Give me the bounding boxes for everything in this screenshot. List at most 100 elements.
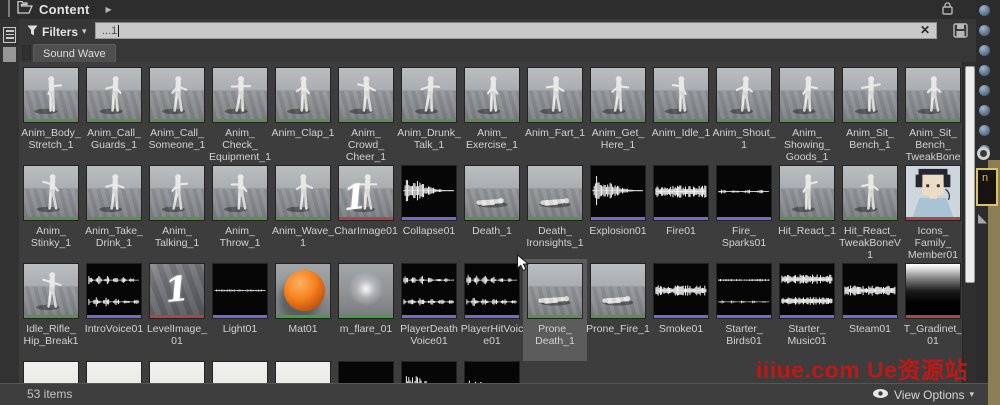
- asset-name: Light01: [208, 323, 272, 335]
- asset-tile[interactable]: [464, 361, 520, 383]
- asset-tile[interactable]: Anim_Sit_Bench_TweakBone: [905, 67, 961, 161]
- asset-tile[interactable]: Collapse01: [401, 165, 457, 259]
- asset-ball-icon: [979, 105, 990, 116]
- asset-thumbnail: [842, 263, 898, 319]
- breadcrumb[interactable]: Content ▶: [17, 0, 112, 19]
- asset-thumbnail: [338, 263, 394, 319]
- scrollbar-track[interactable]: [962, 62, 976, 383]
- asset-tile[interactable]: [212, 361, 268, 383]
- asset-tile[interactable]: Explosion01: [590, 165, 646, 259]
- search-value: ...1: [96, 25, 117, 37]
- highlighted-edit-box[interactable]: n: [976, 168, 998, 206]
- asset-tile[interactable]: [338, 361, 394, 383]
- filter-chip-label: Sound Wave: [43, 48, 106, 60]
- asset-tile[interactable]: Anim_Exercise_1: [464, 67, 520, 161]
- asset-tile[interactable]: Anim_Shout_1: [716, 67, 772, 161]
- asset-tile[interactable]: [401, 361, 457, 383]
- asset-tile[interactable]: Anim_Stinky_1: [23, 165, 79, 259]
- asset-name: Anim_Talking_1: [145, 225, 209, 249]
- asset-tile[interactable]: Light01: [212, 263, 268, 357]
- asset-tile[interactable]: Hit_React_TweakBoneV1: [842, 165, 898, 259]
- asset-thumbnail: [23, 263, 79, 319]
- asset-tile[interactable]: Anim_Take_Drink_1: [86, 165, 142, 259]
- asset-tile[interactable]: Anim_Showing_Goods_1: [779, 67, 835, 161]
- asset-tile[interactable]: Fire01: [653, 165, 709, 259]
- asset-thumbnail: [23, 67, 79, 123]
- collapsed-panel-handle[interactable]: [3, 47, 16, 62]
- asset-tile[interactable]: Icons_Family_Member01: [905, 165, 961, 259]
- asset-thumbnail: [401, 67, 457, 123]
- asset-ball-icon: [979, 5, 990, 16]
- asset-tile[interactable]: [23, 361, 79, 383]
- asset-tile[interactable]: 1CharImage01: [338, 165, 394, 259]
- asset-thumbnail: [86, 67, 142, 123]
- asset-thumbnail: [86, 263, 142, 319]
- asset-tile[interactable]: Anim_Talking_1: [149, 165, 205, 259]
- asset-thumbnail: 1: [149, 263, 205, 319]
- asset-name: Anim_Wave_1: [271, 225, 335, 249]
- asset-tile[interactable]: Death_Ironsights_1: [527, 165, 583, 259]
- asset-tile[interactable]: Anim_Call_Someone_1: [149, 67, 205, 161]
- asset-tile[interactable]: PlayerDeathVoice01: [401, 263, 457, 357]
- asset-tile[interactable]: Starter_Birds01: [716, 263, 772, 357]
- asset-name: T_Gradinet_01: [901, 323, 962, 347]
- asset-tile[interactable]: Prone_Death_1: [527, 263, 583, 357]
- asset-tile[interactable]: Mat01: [275, 263, 331, 357]
- asset-tile[interactable]: Anim_Body_Stretch_1: [23, 67, 79, 161]
- asset-thumbnail: [464, 263, 520, 319]
- asset-tile[interactable]: Anim_Sit_Bench_1: [842, 67, 898, 161]
- asset-name: Anim_Clap_1: [271, 127, 335, 139]
- asset-thumbnail: [653, 67, 709, 123]
- asset-tile[interactable]: Anim_Throw_1: [212, 165, 268, 259]
- asset-name: Hit_React_TweakBoneV1: [838, 225, 902, 261]
- scrollbar-thumb[interactable]: [965, 66, 975, 283]
- asset-name: Anim_Showing_Goods_1: [775, 127, 839, 163]
- lock-icon[interactable]: [941, 2, 954, 20]
- asset-tile[interactable]: Smoke01: [653, 263, 709, 357]
- asset-thumbnail: [338, 67, 394, 123]
- asset-thumbnail: [149, 361, 205, 383]
- asset-tile[interactable]: Anim_Fart_1: [527, 67, 583, 161]
- asset-tile[interactable]: Anim_Get_Here_1: [590, 67, 646, 161]
- asset-thumbnail: [275, 263, 331, 319]
- asset-thumbnail: [212, 165, 268, 221]
- asset-tile[interactable]: Steam01: [842, 263, 898, 357]
- view-options-button[interactable]: View Options ▾: [872, 384, 974, 405]
- asset-thumbnail: [401, 165, 457, 221]
- asset-tile[interactable]: PlayerHitVoice01: [464, 263, 520, 357]
- asset-tile[interactable]: Anim_Call_Guards_1: [86, 67, 142, 161]
- asset-tile[interactable]: Anim_Drunk_Talk_1: [401, 67, 457, 161]
- asset-name: Anim_Idle_1: [649, 127, 713, 139]
- filters-button[interactable]: Filters ▾: [27, 23, 87, 40]
- sources-toggle-icon[interactable]: [3, 27, 16, 43]
- asset-name: Anim_Exercise_1: [460, 127, 524, 151]
- asset-tile[interactable]: [149, 361, 205, 383]
- asset-tile[interactable]: Idle_Rifle_Hip_Break1: [23, 263, 79, 357]
- asset-tile[interactable]: IntroVoice01: [86, 263, 142, 357]
- asset-tile[interactable]: [86, 361, 142, 383]
- asset-name: Anim_Stinky_1: [19, 225, 83, 249]
- asset-tile[interactable]: m_flare_01: [338, 263, 394, 357]
- asset-tile[interactable]: [275, 361, 331, 383]
- asset-tile[interactable]: Prone_Fire_1: [590, 263, 646, 357]
- asset-tile[interactable]: Anim_Crowd_Cheer_1: [338, 67, 394, 161]
- asset-tile[interactable]: Fire_Sparks01: [716, 165, 772, 259]
- filter-chip-sound-wave[interactable]: Sound Wave: [33, 44, 116, 63]
- save-search-button[interactable]: [951, 22, 969, 39]
- asset-tile[interactable]: T_Gradinet_01: [905, 263, 961, 357]
- clear-search-icon[interactable]: ✕: [920, 23, 930, 38]
- asset-tile[interactable]: Death_1: [464, 165, 520, 259]
- asset-tile[interactable]: Starter_Music01: [779, 263, 835, 357]
- asset-tile[interactable]: Anim_Clap_1: [275, 67, 331, 161]
- asset-tile[interactable]: Anim_Wave_1: [275, 165, 331, 259]
- search-input[interactable]: ...1 ✕: [95, 22, 937, 39]
- asset-thumbnail: [842, 67, 898, 123]
- asset-tile[interactable]: Anim_Check_Equipment_1: [212, 67, 268, 161]
- asset-tile[interactable]: Anim_Idle_1: [653, 67, 709, 161]
- asset-name: Starter_Birds01: [712, 323, 776, 347]
- asset-thumbnail: [86, 361, 142, 383]
- breadcrumb-arrow-icon[interactable]: ▶: [106, 5, 112, 14]
- asset-tile[interactable]: Hit_React_1: [779, 165, 835, 259]
- asset-name: Anim_Throw_1: [208, 225, 272, 249]
- asset-tile[interactable]: 1LevelImage_01: [149, 263, 205, 357]
